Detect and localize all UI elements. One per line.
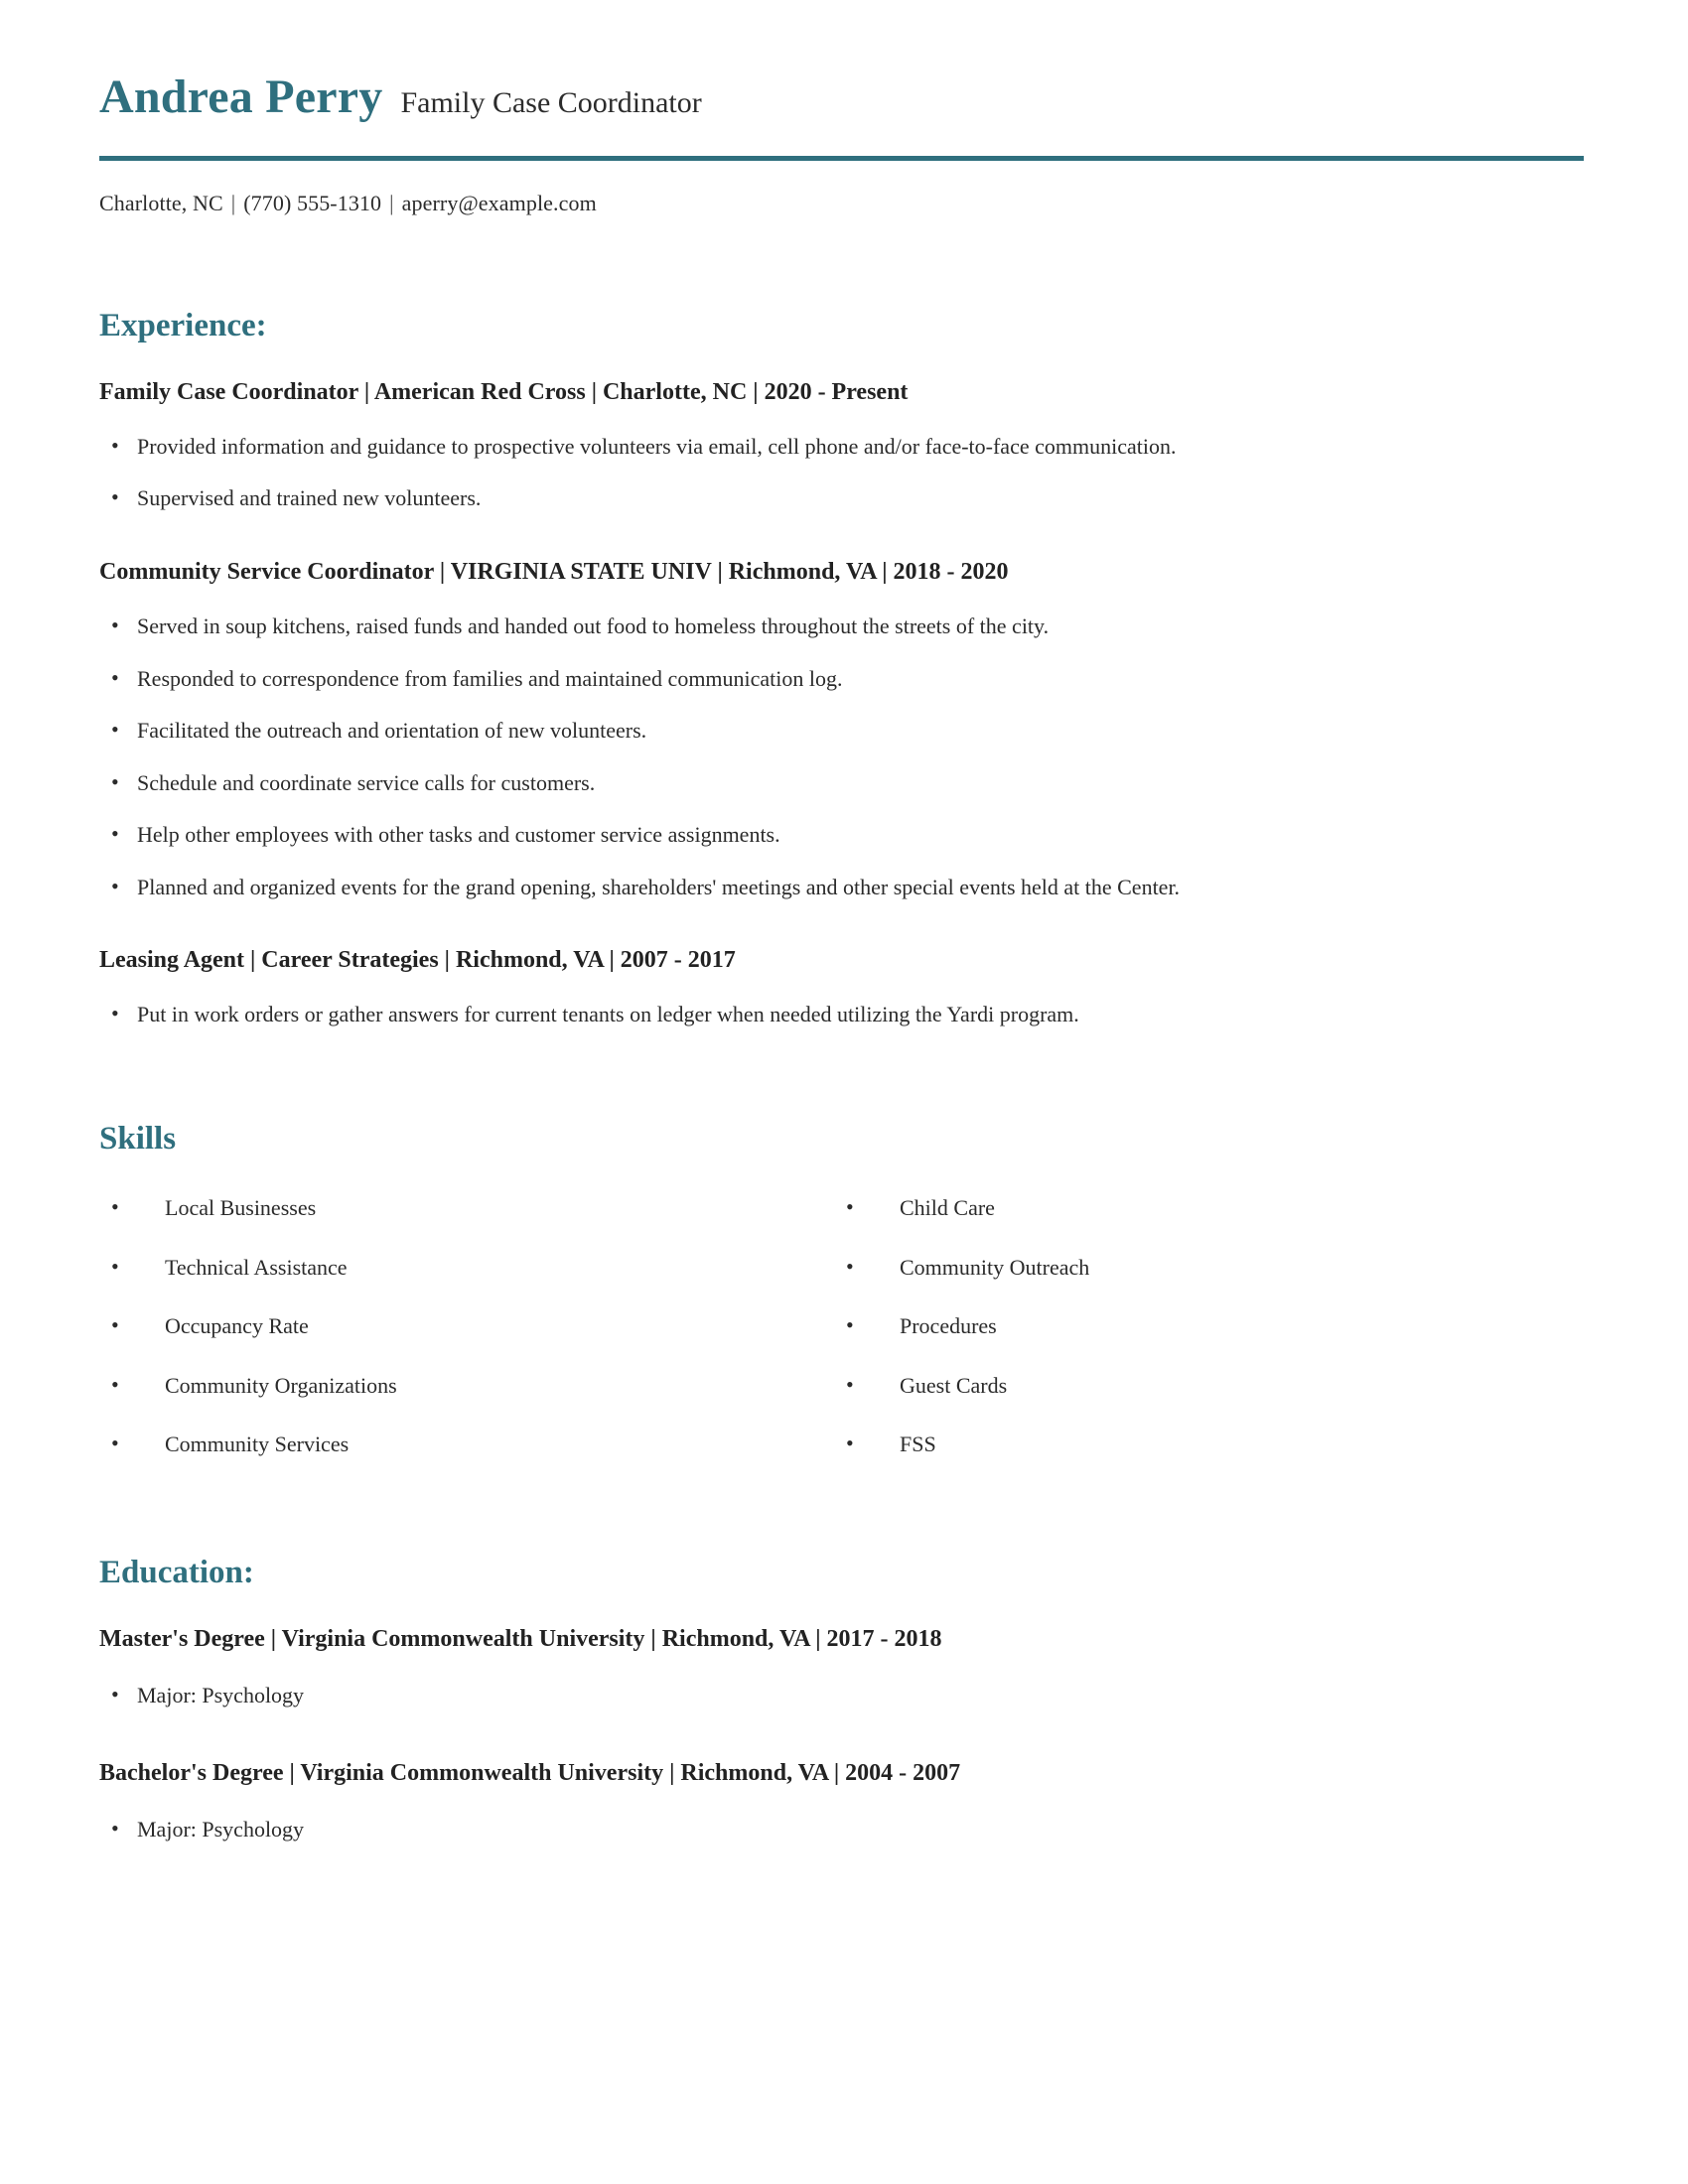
- resume-header: Andrea Perry Family Case Coordinator Cha…: [99, 0, 1589, 216]
- skill-item: Child Care: [834, 1193, 1589, 1223]
- experience-section: Experience: Family Case Coordinator | Am…: [99, 308, 1589, 1029]
- bullet-item: Served in soup kitchens, raised funds an…: [99, 612, 1589, 641]
- education-entry-heading: Bachelor's Degree | Virginia Commonwealt…: [99, 1759, 961, 1786]
- skill-item: Technical Assistance: [99, 1253, 834, 1283]
- candidate-name: Andrea Perry: [99, 70, 383, 123]
- skills-right-column: Child Care Community Outreach Procedures…: [834, 1193, 1589, 1459]
- contact-email: aperry@example.com: [401, 190, 597, 215]
- education-entry: Bachelor's Degree | Virginia Commonwealt…: [99, 1758, 1589, 1844]
- skill-item: FSS: [834, 1430, 1589, 1459]
- skills-section-title: Skills: [99, 1121, 177, 1158]
- experience-section-title: Experience:: [99, 307, 267, 343]
- contact-separator-1: |: [230, 190, 236, 215]
- skills-grid: Local Businesses Technical Assistance Oc…: [99, 1193, 1589, 1459]
- education-section: Education: Master's Degree | Virginia Co…: [99, 1555, 1589, 1843]
- bullet-item: Responded to correspondence from familie…: [99, 664, 1589, 694]
- bullet-item: Schedule and coordinate service calls fo…: [99, 768, 1589, 798]
- contact-line: Charlotte, NC | (770) 555-1310 | aperry@exam…: [99, 191, 1589, 216]
- skill-item: Community Outreach: [834, 1253, 1589, 1283]
- contact-separator-2: |: [389, 190, 394, 215]
- education-entry-bullets: Major: Psychology: [99, 1681, 1589, 1710]
- skill-item: Community Organizations: [99, 1371, 834, 1401]
- skill-item: Guest Cards: [834, 1371, 1589, 1401]
- bullet-item: Supervised and trained new volunteers.: [99, 483, 1589, 513]
- experience-entry-bullets: Served in soup kitchens, raised funds an…: [99, 612, 1589, 902]
- resume-page: Andrea Perry Family Case Coordinator Cha…: [0, 0, 1688, 2184]
- experience-entry-heading: Family Case Coordinator | American Red C…: [99, 378, 909, 405]
- bullet-item: Planned and organized events for the gra…: [99, 873, 1589, 902]
- bullet-item: Put in work orders or gather answers for…: [99, 1000, 1589, 1029]
- bullet-item: Provided information and guidance to pro…: [99, 432, 1589, 462]
- header-divider-rule: [99, 155, 1584, 161]
- skill-item: Community Services: [99, 1430, 834, 1459]
- experience-entry-heading: Leasing Agent | Career Strategies | Rich…: [99, 947, 736, 974]
- experience-entry-bullets: Provided information and guidance to pro…: [99, 432, 1589, 513]
- education-entry-bullets: Major: Psychology: [99, 1815, 1589, 1844]
- skill-item: Occupancy Rate: [99, 1311, 834, 1341]
- skill-item: Local Businesses: [99, 1193, 834, 1223]
- experience-entry: Community Service Coordinator | VIRGINIA…: [99, 557, 1589, 902]
- experience-entry: Leasing Agent | Career Strategies | Rich…: [99, 945, 1589, 1029]
- education-entry: Master's Degree | Virginia Commonwealth …: [99, 1624, 1589, 1710]
- experience-entry-heading: Community Service Coordinator | VIRGINIA…: [99, 558, 1009, 585]
- contact-phone: (770) 555-1310: [243, 190, 382, 215]
- skills-left-column: Local Businesses Technical Assistance Oc…: [99, 1193, 834, 1459]
- skill-item: Procedures: [834, 1311, 1589, 1341]
- experience-entry-bullets: Put in work orders or gather answers for…: [99, 1000, 1589, 1029]
- candidate-job-title: Family Case Coordinator: [400, 86, 702, 119]
- education-entry-heading: Master's Degree | Virginia Commonwealth …: [99, 1625, 942, 1652]
- experience-entry: Family Case Coordinator | American Red C…: [99, 377, 1589, 513]
- bullet-item: Facilitated the outreach and orientation…: [99, 716, 1589, 746]
- education-section-title: Education:: [99, 1554, 254, 1590]
- skills-section: Skills Local Businesses Technical Assist…: [99, 1121, 1589, 1459]
- name-and-title: Andrea Perry Family Case Coordinator: [99, 70, 1589, 124]
- bullet-item: Major: Psychology: [99, 1815, 1589, 1844]
- bullet-item: Help other employees with other tasks an…: [99, 820, 1589, 850]
- contact-location: Charlotte, NC: [99, 190, 223, 215]
- bullet-item: Major: Psychology: [99, 1681, 1589, 1710]
